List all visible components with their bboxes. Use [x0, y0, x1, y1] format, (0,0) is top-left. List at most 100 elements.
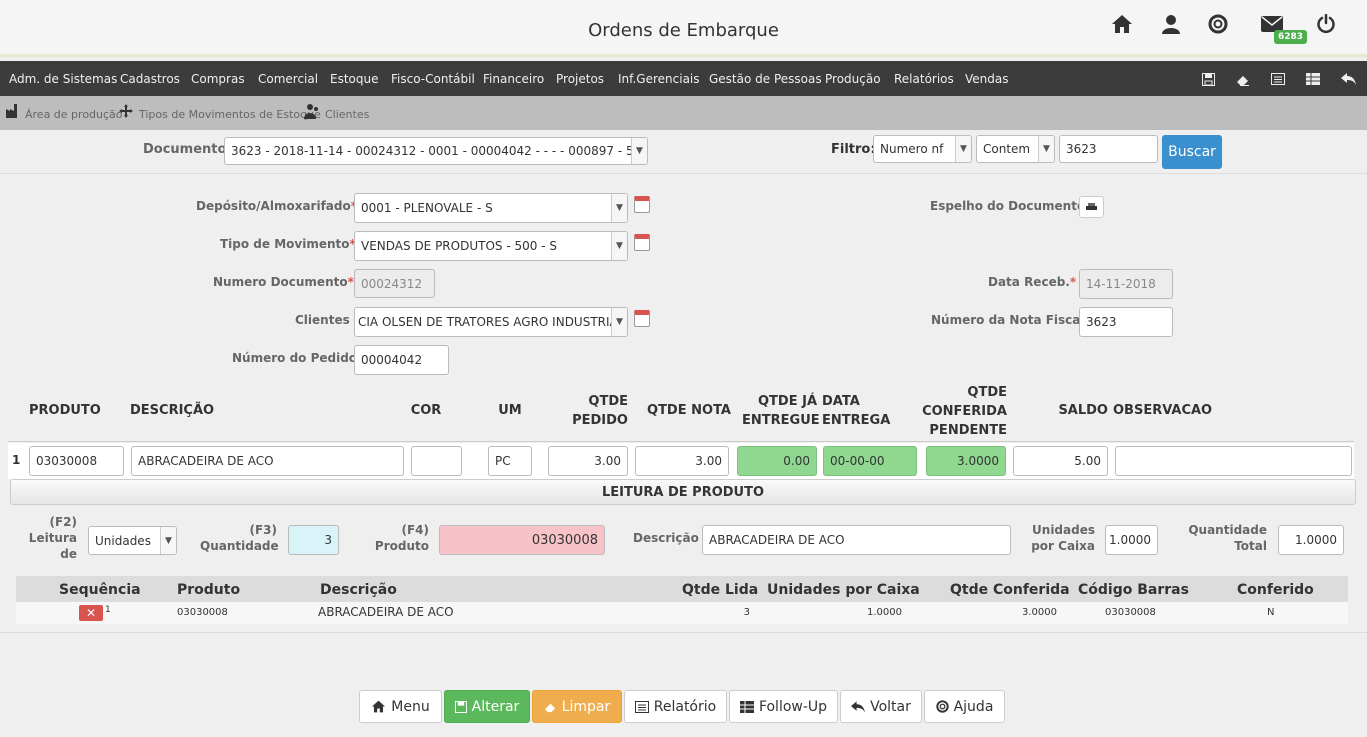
produto-leitura-input[interactable]: 03030008: [439, 525, 605, 555]
calendar-icon[interactable]: [634, 234, 650, 251]
filter-operator-select[interactable]: Contem ▼: [976, 135, 1055, 163]
menu-compras[interactable]: Compras: [191, 72, 245, 86]
col-conferido: Conferido: [1237, 582, 1314, 598]
search-button[interactable]: Buscar: [1162, 135, 1222, 169]
produto-leitura-label: (F4) Produto: [374, 523, 429, 553]
deposito-select-value: 0001 - PLENOVALE - S: [361, 201, 493, 215]
followup-button[interactable]: Follow-Up: [729, 690, 838, 723]
qtde-nota-input[interactable]: 3.00: [635, 446, 729, 476]
home-icon[interactable]: [1110, 12, 1134, 36]
data-entrega-value: 00-00-00: [830, 454, 885, 468]
qtde-conferida-input[interactable]: 3.0000: [926, 446, 1006, 476]
cor-input[interactable]: [411, 446, 462, 476]
produto-input[interactable]: 03030008: [29, 446, 124, 476]
unidades-por-caixa-value: 1.0000: [1109, 533, 1151, 547]
user-icon[interactable]: [1159, 12, 1183, 36]
eraser-icon[interactable]: [1234, 70, 1252, 88]
lifebuoy-icon[interactable]: [1206, 12, 1230, 36]
chevron-down-icon: ▼: [611, 232, 627, 260]
unidades-por-caixa-input[interactable]: 1.0000: [1105, 525, 1158, 555]
sequencia-value: 1: [105, 605, 111, 615]
alterar-button[interactable]: Alterar: [444, 690, 530, 723]
produto-leitura-value: 03030008: [531, 532, 598, 548]
ajuda-button[interactable]: Ajuda: [924, 690, 1005, 723]
quantidade-total-input[interactable]: 1.0000: [1278, 525, 1344, 555]
eraser-icon: [544, 703, 555, 712]
menu-inf-gerenciais[interactable]: Inf.Gerenciais: [618, 72, 700, 86]
numero-documento-input[interactable]: 00024312: [354, 269, 435, 298]
clientes-select[interactable]: CIA OLSEN DE TRATORES AGRO INDUSTRIAL ▼: [354, 307, 628, 337]
power-icon[interactable]: [1314, 12, 1338, 36]
menu-cadastros[interactable]: Cadastros: [120, 72, 180, 86]
list-icon[interactable]: [1269, 70, 1287, 88]
subnav-tipos-movimentos[interactable]: Tipos de Movimentos de Estoque: [139, 108, 321, 121]
mail-count-badge: 6283: [1274, 30, 1308, 44]
col-codigo-barras: Código Barras: [1078, 582, 1189, 598]
leitura-de-select[interactable]: Unidades ▼: [88, 526, 177, 555]
documento-select[interactable]: 3623 - 2018-11-14 - 00024312 - 0001 - 00…: [224, 137, 648, 165]
numero-pedido-value: 00004042: [361, 353, 423, 367]
observacao-input[interactable]: [1115, 446, 1352, 476]
quantidade-input[interactable]: 3: [288, 525, 339, 555]
menu-relatorios[interactable]: Relatórios: [894, 72, 954, 86]
clientes-value: CIA OLSEN DE TRATORES AGRO INDUSTRIAL: [358, 315, 625, 329]
numero-nota-fiscal-input[interactable]: 3623: [1079, 307, 1173, 337]
quantidade-value: 3: [324, 533, 332, 547]
documento-select-value: 3623 - 2018-11-14 - 00024312 - 0001 - 00…: [231, 144, 648, 158]
menu-comercial[interactable]: Comercial: [258, 72, 318, 86]
menu-financeiro[interactable]: Financeiro: [483, 72, 544, 86]
chevron-down-icon: ▼: [955, 136, 971, 162]
tipo-movimento-select[interactable]: VENDAS DE PRODUTOS - 500 - S ▼: [354, 231, 628, 261]
menu-vendas[interactable]: Vendas: [965, 72, 1009, 86]
voltar-button[interactable]: Voltar: [840, 690, 922, 723]
numero-documento-value: 00024312: [361, 276, 423, 291]
clients-icon: [304, 103, 320, 123]
calendar-icon[interactable]: [634, 196, 650, 213]
menu-button[interactable]: Menu: [359, 690, 442, 723]
back-arrow-icon[interactable]: [1339, 70, 1357, 88]
menu-producao[interactable]: Produção: [825, 72, 881, 86]
conferido-value: N: [1267, 607, 1275, 618]
menu-adm-sistemas[interactable]: Adm. de Sistemas: [9, 72, 117, 86]
data-receb-input[interactable]: 14-11-2018: [1079, 269, 1173, 299]
tipo-movimento-label: Tipo de Movimento*: [220, 237, 356, 251]
descricao-input[interactable]: ABRACADEIRA DE ACO: [131, 446, 404, 476]
home-icon: [372, 700, 386, 713]
calendar-icon[interactable]: [634, 310, 650, 327]
print-button[interactable]: [1079, 196, 1104, 218]
unidades-por-caixa-label: Unidades por Caixa: [1031, 523, 1095, 553]
col-qtde-nota: QTDE NOTA: [647, 403, 731, 418]
menu-fisco-contabil[interactable]: Fisco-Contábil: [391, 72, 475, 86]
save-icon[interactable]: [1199, 70, 1217, 88]
um-value: PC: [495, 454, 511, 468]
saldo-input[interactable]: 5.00: [1013, 446, 1108, 476]
relatorio-button[interactable]: Relatório: [624, 690, 727, 723]
um-input[interactable]: PC: [488, 446, 532, 476]
lifebuoy-icon: [935, 700, 949, 713]
menu-estoque[interactable]: Estoque: [330, 72, 379, 86]
qtde-pedido-input[interactable]: 3.00: [548, 446, 628, 476]
descricao-leitura-input[interactable]: ABRACADEIRA DE ACO: [702, 525, 1011, 555]
leitura-de-value: Unidades: [95, 533, 151, 548]
quantidade-total-value: 1.0000: [1295, 533, 1337, 547]
limpar-button[interactable]: Limpar: [532, 690, 622, 723]
col-produto-lido: Produto: [177, 582, 241, 598]
descricao-leitura-value: ABRACADEIRA DE ACO: [709, 533, 845, 547]
delete-row-button[interactable]: ✕: [79, 605, 103, 621]
produto-lido-value: 03030008: [177, 607, 228, 618]
filter-value-input[interactable]: 3623: [1059, 135, 1158, 163]
table-icon[interactable]: [1304, 70, 1322, 88]
subnav-clientes[interactable]: Clientes: [325, 108, 369, 121]
menu-projetos[interactable]: Projetos: [556, 72, 604, 86]
move-arrows-icon: [119, 104, 133, 122]
factory-icon: [6, 104, 19, 122]
qtde-ja-entregue-input[interactable]: 0.00: [737, 446, 817, 476]
menu-gestao-pessoas[interactable]: Gestão de Pessoas: [709, 72, 822, 86]
data-entrega-input[interactable]: 00-00-00: [823, 446, 917, 476]
numero-pedido-input[interactable]: 00004042: [354, 345, 449, 375]
back-arrow-icon: [851, 700, 866, 713]
deposito-select[interactable]: 0001 - PLENOVALE - S ▼: [354, 193, 628, 223]
subnav-area-producao[interactable]: Área de produção: [25, 108, 123, 121]
filter-field-select[interactable]: Numero nf ▼: [873, 135, 972, 163]
save-icon: [454, 700, 467, 713]
